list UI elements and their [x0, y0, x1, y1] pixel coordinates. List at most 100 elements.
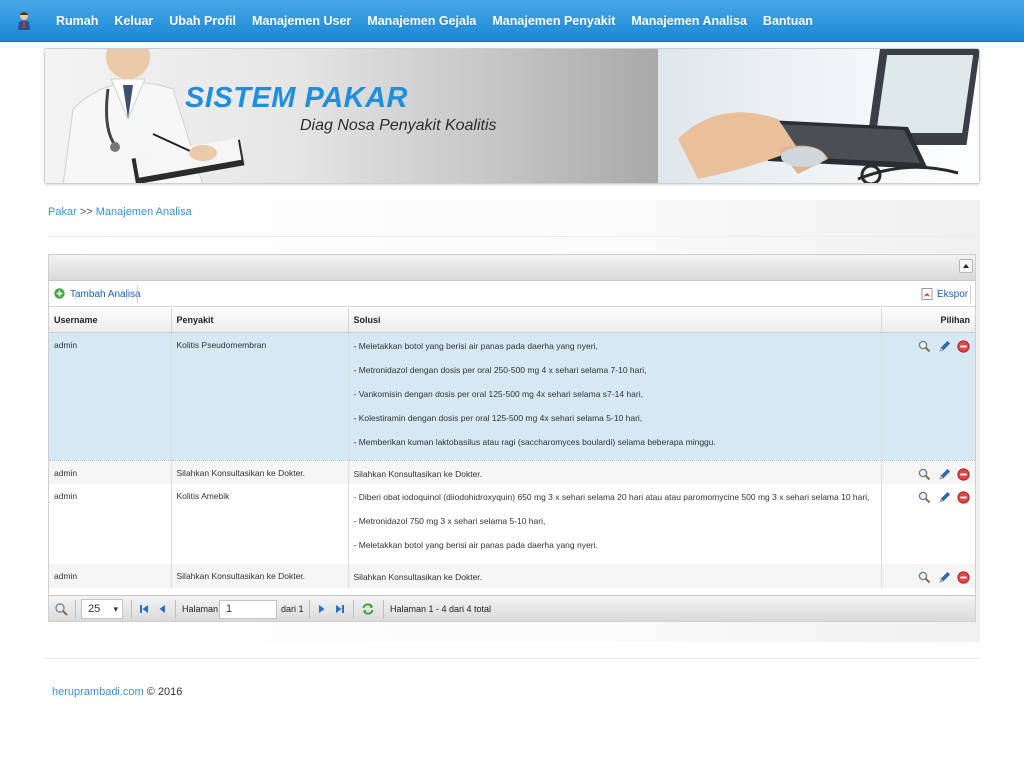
- delete-icon[interactable]: [957, 491, 970, 504]
- table-row[interactable]: admin Kolitis Amebik - Diberi obat iodoq…: [49, 484, 975, 564]
- solusi-line: - Meletakkan botol yang berisi air panas…: [353, 340, 598, 351]
- refresh-icon[interactable]: [361, 602, 375, 616]
- cell-username: admin: [49, 484, 172, 564]
- nav-item-manajemen-user[interactable]: Manajemen User: [244, 0, 359, 42]
- cell-solusi: Silahkan Konsultasikan ke Dokter.: [348, 460, 882, 484]
- nav-menu: Rumah Keluar Ubah Profil Manajemen User …: [48, 0, 821, 42]
- breadcrumb-root[interactable]: Pakar: [48, 206, 77, 218]
- add-analisa-label: Tambah Analisa: [70, 289, 141, 300]
- nav-item-keluar[interactable]: Keluar: [106, 0, 161, 42]
- table-row[interactable]: admin Kolitis Pseudomembran - Meletakkan…: [49, 332, 975, 461]
- nav-item-ubah-profil[interactable]: Ubah Profil: [161, 0, 244, 42]
- pager-separator: [75, 600, 76, 618]
- table-row[interactable]: admin Silahkan Konsultasikan ke Dokter. …: [49, 564, 975, 588]
- cell-penyakit: Silahkan Konsultasikan ke Dokter.: [171, 460, 349, 484]
- column-header-solusi[interactable]: Solusi: [348, 308, 882, 333]
- solusi-line: - Diberi obat iodoquinol (diiodohidroxyq…: [353, 492, 870, 502]
- solusi-line: - Vankomisin dengan dosis per oral 125-5…: [353, 388, 643, 399]
- edit-icon[interactable]: [938, 340, 951, 353]
- edit-icon[interactable]: [938, 491, 951, 504]
- cell-solusi: - Diberi obat iodoquinol (diiodohidroxyq…: [348, 484, 882, 564]
- toolbar-separator-right: [970, 285, 971, 303]
- add-analisa-button[interactable]: Tambah Analisa: [54, 286, 141, 303]
- prev-page-icon[interactable]: [155, 602, 169, 616]
- column-header-penyakit[interactable]: Penyakit: [171, 308, 349, 333]
- pager-separator: [383, 600, 384, 618]
- top-nav: Rumah Keluar Ubah Profil Manajemen User …: [0, 0, 1024, 42]
- nav-item-manajemen-analisa[interactable]: Manajemen Analisa: [623, 0, 755, 42]
- solusi-line: - Memberikan kuman laktobasilus atau rag…: [353, 436, 716, 447]
- breadcrumb-current[interactable]: Manajemen Analisa: [96, 206, 192, 218]
- plus-icon: [54, 288, 65, 299]
- solusi-line: Silahkan Konsultasikan ke Dokter.: [353, 468, 483, 479]
- column-header-username[interactable]: Username: [49, 308, 172, 333]
- edit-icon[interactable]: [938, 468, 951, 481]
- export-button[interactable]: Ekspor: [921, 286, 968, 303]
- cell-penyakit: Kolitis Pseudomembran: [171, 332, 349, 461]
- cell-username: admin: [49, 564, 172, 588]
- table-header-row: Username Penyakit Solusi Pilihan: [49, 308, 975, 333]
- view-icon[interactable]: [918, 340, 931, 353]
- cell-actions: [881, 332, 975, 461]
- user-icon[interactable]: [16, 11, 32, 31]
- footer-link[interactable]: heruprambadi.com: [52, 686, 144, 698]
- first-page-icon[interactable]: [137, 602, 151, 616]
- toolbar-separator: [137, 285, 138, 303]
- pager-separator: [309, 600, 310, 618]
- collapse-grid-button[interactable]: [959, 259, 973, 273]
- page-number-input[interactable]: 1: [219, 600, 277, 619]
- delete-icon[interactable]: [957, 571, 970, 584]
- grid-toolbar: Tambah Analisa Ekspor: [49, 282, 975, 307]
- view-icon[interactable]: [918, 468, 931, 481]
- nav-item-bantuan[interactable]: Bantuan: [755, 0, 821, 42]
- page-number-value: 1: [226, 603, 233, 615]
- footer-copyright: © 2016: [146, 686, 183, 698]
- banner-subtitle: Diag Nosa Penyakit Koalitis: [300, 117, 497, 134]
- pdf-icon: [921, 288, 933, 300]
- last-page-icon[interactable]: [333, 602, 347, 616]
- cell-solusi: - Meletakkan botol yang berisi air panas…: [348, 332, 882, 461]
- column-header-pilihan: Pilihan: [881, 308, 975, 333]
- cell-username: admin: [49, 332, 172, 461]
- page-size-select[interactable]: 25: [81, 599, 123, 619]
- solusi-line: - Metronidazol 750 mg 3 x sehari selama …: [353, 516, 546, 526]
- footer-divider: [44, 658, 980, 659]
- page-total-label: dari 1: [281, 604, 304, 614]
- cell-solusi: Silahkan Konsultasikan ke Dokter.: [348, 564, 882, 588]
- header-banner: SISTEM PAKAR Diag Nosa Penyakit Koalitis: [44, 48, 980, 184]
- table-row[interactable]: admin Silahkan Konsultasikan ke Dokter. …: [49, 460, 975, 484]
- page-size-value: 25: [88, 603, 101, 615]
- view-icon[interactable]: [918, 491, 931, 504]
- breadcrumb: Pakar >> Manajemen Analisa: [48, 206, 192, 218]
- breadcrumb-divider: [48, 236, 976, 237]
- page-label: Halaman: [182, 604, 219, 614]
- solusi-line: - Metronidazol dengan dosis per oral 250…: [353, 364, 647, 375]
- cell-penyakit: Silahkan Konsultasikan ke Dokter.: [171, 564, 349, 588]
- pager-separator: [131, 600, 132, 618]
- search-icon[interactable]: [54, 602, 68, 616]
- analisa-table: Username Penyakit Solusi Pilihan admin K…: [49, 308, 975, 588]
- edit-icon[interactable]: [938, 571, 951, 584]
- pager-status: Halaman 1 - 4 dari 4 total: [390, 604, 492, 614]
- cell-actions: [881, 564, 975, 588]
- export-label: Ekspor: [937, 289, 969, 300]
- solusi-line: Silahkan Konsultasikan ke Dokter.: [353, 572, 483, 582]
- cell-username: admin: [49, 460, 172, 484]
- nav-item-rumah[interactable]: Rumah: [48, 0, 106, 42]
- content-panel: Pakar >> Manajemen Analisa Tambah Analis…: [44, 200, 980, 642]
- view-icon[interactable]: [918, 571, 931, 584]
- cell-actions: [881, 484, 975, 564]
- delete-icon[interactable]: [957, 339, 970, 353]
- nav-item-manajemen-penyakit[interactable]: Manajemen Penyakit: [484, 0, 623, 42]
- next-page-icon[interactable]: [315, 602, 329, 616]
- doctor-illustration: [62, 49, 245, 183]
- breadcrumb-separator: >>: [79, 206, 93, 218]
- delete-icon[interactable]: [957, 467, 970, 481]
- grid-pager: 25 Halaman 1 dari 1: [49, 595, 975, 621]
- pager-separator: [353, 600, 354, 618]
- nav-item-manajemen-gejala[interactable]: Manajemen Gejala: [359, 0, 484, 42]
- pager-separator: [175, 600, 176, 618]
- cell-penyakit: Kolitis Amebik: [171, 484, 349, 564]
- cell-actions: [881, 460, 975, 484]
- computer-illustration: [678, 49, 979, 183]
